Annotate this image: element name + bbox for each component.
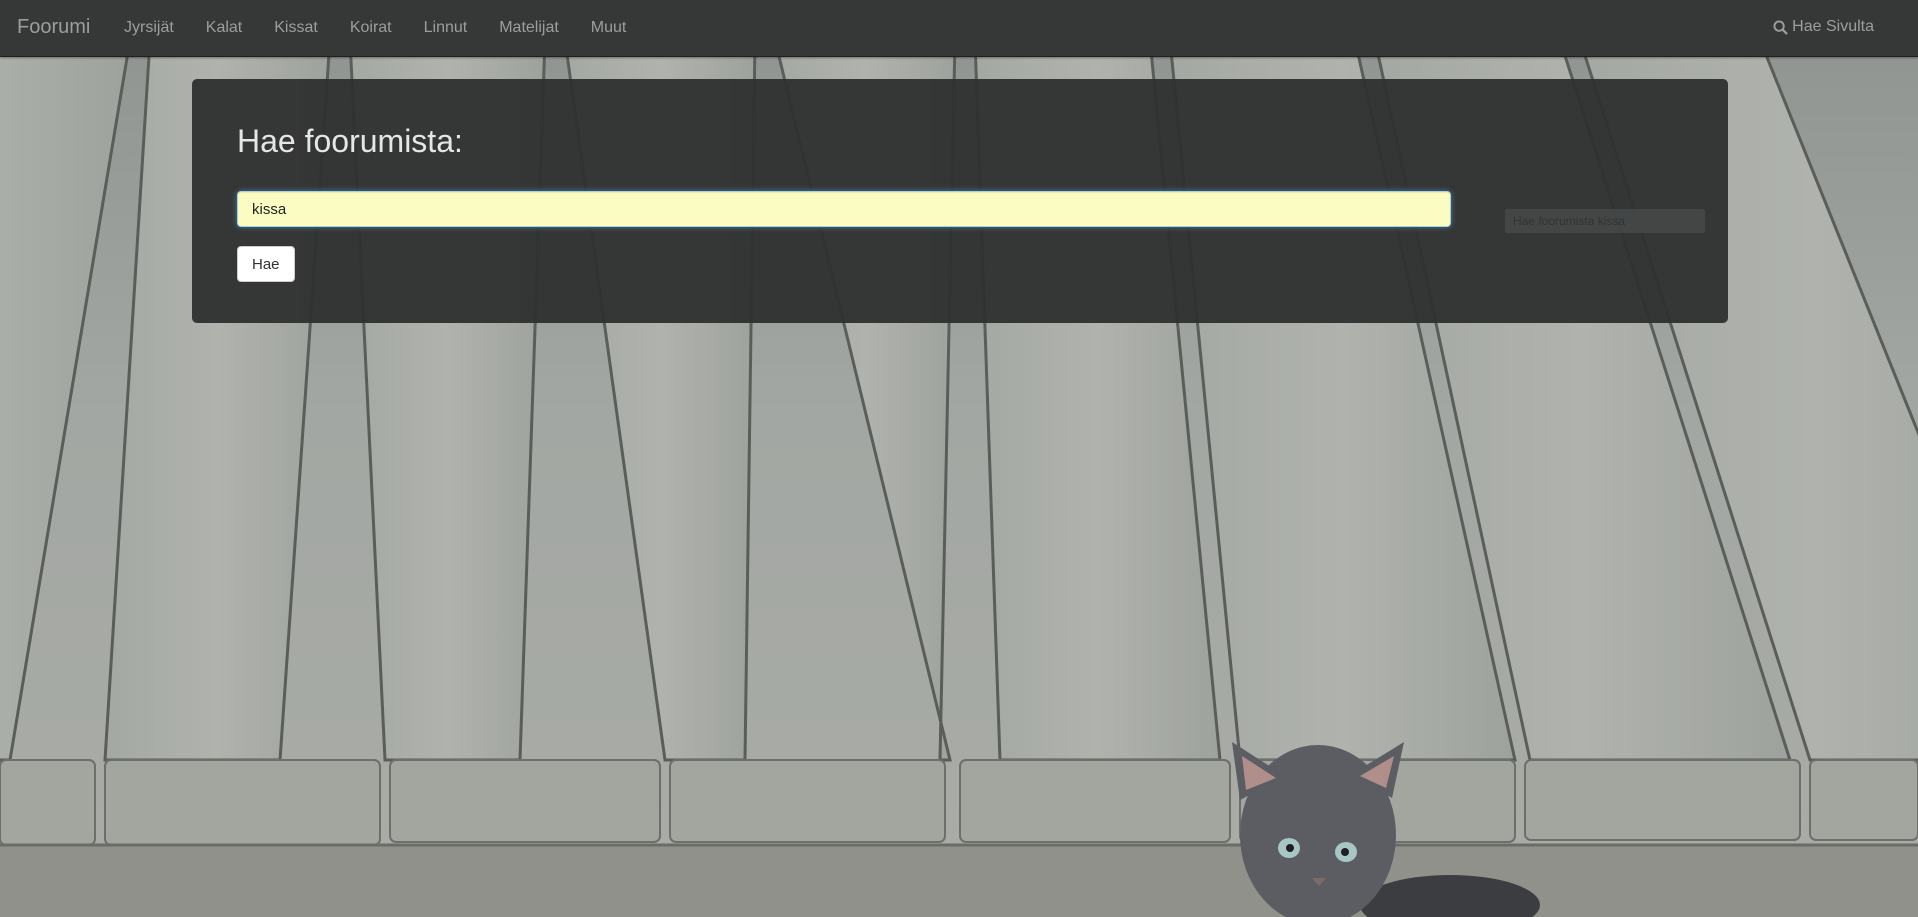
search-icon bbox=[1773, 19, 1789, 35]
search-heading: Hae foorumista: bbox=[237, 123, 463, 159]
nav-link-kissat[interactable]: Kissat bbox=[258, 0, 334, 56]
nav-link-muut[interactable]: Muut bbox=[575, 0, 643, 56]
nav-link-koirat[interactable]: Koirat bbox=[334, 0, 408, 56]
search-input[interactable] bbox=[237, 191, 1451, 227]
search-panel: Hae foorumista: Hae Hae foorumista kissa bbox=[192, 79, 1728, 323]
autocomplete-hint: Hae foorumista kissa bbox=[1505, 209, 1705, 233]
top-navbar: Foorumi Jyrsijät Kalat Kissat Koirat Lin… bbox=[0, 0, 1918, 57]
nav-link-kalat[interactable]: Kalat bbox=[190, 0, 258, 56]
site-search-label: Hae Sivulta bbox=[1792, 18, 1874, 35]
site-search-link[interactable]: Hae Sivulta bbox=[1773, 0, 1874, 54]
nav-links: Jyrsijät Kalat Kissat Koirat Linnut Mate… bbox=[108, 0, 642, 56]
search-button[interactable]: Hae bbox=[237, 246, 295, 282]
nav-link-matelijat[interactable]: Matelijat bbox=[483, 0, 575, 56]
nav-link-linnut[interactable]: Linnut bbox=[408, 0, 484, 56]
brand-link[interactable]: Foorumi bbox=[17, 15, 90, 39]
nav-link-jyrsijat[interactable]: Jyrsijät bbox=[108, 0, 190, 56]
